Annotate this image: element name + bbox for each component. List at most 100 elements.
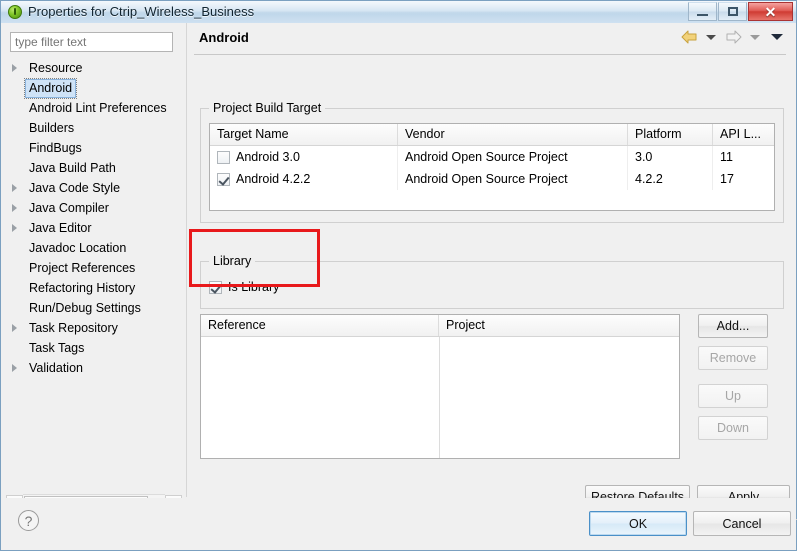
expand-arrow-icon[interactable] bbox=[12, 64, 17, 72]
up-button: Up bbox=[698, 384, 768, 408]
references-table-header: Reference Project bbox=[201, 315, 679, 337]
back-arrow-icon[interactable] bbox=[680, 28, 698, 46]
sidebar-item-label: Java Compiler bbox=[29, 201, 109, 215]
close-button[interactable]: ✕ bbox=[748, 2, 793, 21]
maximize-button[interactable] bbox=[718, 2, 747, 21]
expand-arrow-icon[interactable] bbox=[12, 184, 17, 192]
remove-button: Remove bbox=[698, 346, 768, 370]
sidebar-item-java-compiler[interactable]: Java Compiler bbox=[6, 198, 182, 218]
sidebar-item-android-lint-preferences[interactable]: Android Lint Preferences bbox=[6, 98, 182, 118]
eclipse-green-icon bbox=[8, 5, 22, 19]
column-header-vendor[interactable]: Vendor bbox=[398, 124, 628, 145]
sidebar-item-project-references[interactable]: Project References bbox=[6, 258, 182, 278]
sidebar-item-label: Run/Debug Settings bbox=[29, 301, 141, 315]
build-target-table-body[interactable]: Android 3.0 Android Open Source Project 3.… bbox=[210, 146, 774, 190]
page-title: Android bbox=[199, 30, 249, 45]
expand-arrow-icon[interactable] bbox=[12, 364, 17, 372]
sidebar-item-android[interactable]: Android bbox=[6, 78, 182, 99]
references-table-body[interactable] bbox=[201, 337, 679, 458]
is-library-checkbox-row[interactable]: Is Library bbox=[209, 280, 279, 294]
title-bar: Properties for Ctrip_Wireless_Business ✕ bbox=[1, 1, 796, 23]
sidebar-item-label: Project References bbox=[29, 261, 136, 275]
sidebar-item-label: Validation bbox=[29, 361, 83, 375]
filter-input[interactable] bbox=[10, 32, 173, 52]
column-header-project[interactable]: Project bbox=[439, 315, 679, 336]
cancel-button[interactable]: Cancel bbox=[693, 511, 791, 536]
sidebar-item-task-tags[interactable]: Task Tags bbox=[6, 338, 182, 358]
column-header-reference[interactable]: Reference bbox=[201, 315, 439, 336]
sidebar-item-builders[interactable]: Builders bbox=[6, 118, 182, 138]
sidebar-item-label: Java Editor bbox=[29, 221, 92, 235]
library-group: Library Is Library bbox=[200, 254, 784, 309]
table-row[interactable]: Android 4.2.2 Android Open Source Project… bbox=[210, 168, 774, 190]
page-header: Android bbox=[190, 23, 796, 55]
sidebar-item-refactoring-history[interactable]: Refactoring History bbox=[6, 278, 182, 298]
sidebar-item-label: Android bbox=[23, 78, 78, 99]
settings-tree[interactable]: Resource Android Android Lint Preferences B… bbox=[6, 58, 182, 490]
sidebar-item-resource[interactable]: Resource bbox=[6, 58, 182, 78]
settings-nav-pane: Resource Android Android Lint Preferences B… bbox=[2, 23, 186, 513]
sidebar-item-java-editor[interactable]: Java Editor bbox=[6, 218, 182, 238]
library-group-label: Library bbox=[209, 254, 256, 268]
column-header-api-level[interactable]: API L... bbox=[713, 124, 773, 145]
column-header-target-name[interactable]: Target Name bbox=[210, 124, 398, 145]
sidebar-item-javadoc-location[interactable]: Javadoc Location bbox=[6, 238, 182, 258]
cell-platform: 3.0 bbox=[628, 146, 713, 168]
expand-arrow-icon[interactable] bbox=[12, 204, 17, 212]
sidebar-item-findbugs[interactable]: FindBugs bbox=[6, 138, 182, 158]
cell-platform: 4.2.2 bbox=[628, 168, 713, 190]
sidebar-item-label: Builders bbox=[29, 121, 75, 135]
cell-vendor: Android Open Source Project bbox=[398, 168, 628, 190]
page-nav-icons bbox=[680, 28, 786, 46]
references-button-column: Add... Remove Up Down bbox=[698, 314, 768, 440]
forward-arrow-icon[interactable] bbox=[724, 28, 742, 46]
sidebar-item-label: Resource bbox=[29, 61, 83, 75]
build-target-checkbox[interactable] bbox=[217, 172, 230, 186]
sidebar-item-label: Task Tags bbox=[29, 341, 85, 355]
dialog-body: Resource Android Android Lint Preferences B… bbox=[2, 23, 797, 520]
sidebar-item-java-build-path[interactable]: Java Build Path bbox=[6, 158, 182, 178]
library-references-table[interactable]: Reference Project bbox=[200, 314, 680, 459]
project-build-target-group: Project Build Target Target Name Vendor Pl… bbox=[200, 101, 784, 223]
table-row[interactable]: Android 3.0 Android Open Source Project 3.… bbox=[210, 146, 774, 168]
cell-text: Android 4.2.2 bbox=[236, 172, 311, 186]
sidebar-item-validation[interactable]: Validation bbox=[6, 358, 182, 378]
sidebar-item-label: FindBugs bbox=[29, 141, 82, 155]
sidebar-item-label: Java Build Path bbox=[29, 161, 116, 175]
ok-button[interactable]: OK bbox=[589, 511, 687, 536]
sidebar-item-label: Task Repository bbox=[29, 321, 118, 335]
build-target-table[interactable]: Target Name Vendor Platform API L... Androi… bbox=[209, 123, 775, 211]
maximize-icon bbox=[727, 7, 738, 16]
is-library-label: Is Library bbox=[228, 280, 280, 294]
sidebar-item-label: Refactoring History bbox=[29, 281, 136, 295]
cell-text: Android 3.0 bbox=[236, 150, 300, 164]
close-icon: ✕ bbox=[764, 3, 777, 20]
add-button[interactable]: Add... bbox=[698, 314, 768, 338]
sidebar-item-run-debug-settings[interactable]: Run/Debug Settings bbox=[6, 298, 182, 318]
down-button: Down bbox=[698, 416, 768, 440]
view-menu-icon[interactable] bbox=[768, 28, 786, 46]
project-build-target-label: Project Build Target bbox=[209, 101, 326, 115]
sidebar-item-java-code-style[interactable]: Java Code Style bbox=[6, 178, 182, 198]
window-title: Properties for Ctrip_Wireless_Business bbox=[28, 4, 255, 19]
build-target-checkbox[interactable] bbox=[217, 150, 230, 164]
sidebar-item-label: Javadoc Location bbox=[29, 241, 127, 255]
is-library-checkbox[interactable] bbox=[209, 280, 222, 294]
cell-target-name: Android 3.0 bbox=[210, 146, 398, 168]
expand-arrow-icon[interactable] bbox=[12, 224, 17, 232]
column-header-platform[interactable]: Platform bbox=[628, 124, 713, 145]
minimize-button[interactable] bbox=[688, 2, 717, 21]
cell-target-name: Android 4.2.2 bbox=[210, 168, 398, 190]
header-divider bbox=[194, 54, 786, 55]
sidebar-item-label: Android Lint Preferences bbox=[29, 101, 167, 115]
cell-api-level: 11 bbox=[720, 150, 733, 164]
android-settings-page: Android Project Build Target Target Name… bbox=[190, 23, 796, 497]
window-controls: ✕ bbox=[688, 2, 793, 22]
expand-arrow-icon[interactable] bbox=[12, 324, 17, 332]
back-history-dropdown[interactable] bbox=[702, 28, 720, 46]
sidebar-item-task-repository[interactable]: Task Repository bbox=[6, 318, 182, 338]
forward-history-dropdown[interactable] bbox=[746, 28, 764, 46]
help-icon[interactable]: ? bbox=[18, 510, 39, 531]
build-target-table-header: Target Name Vendor Platform API L... bbox=[210, 124, 774, 146]
screenshot-root: Properties for Ctrip_Wireless_Business ✕… bbox=[0, 0, 797, 551]
